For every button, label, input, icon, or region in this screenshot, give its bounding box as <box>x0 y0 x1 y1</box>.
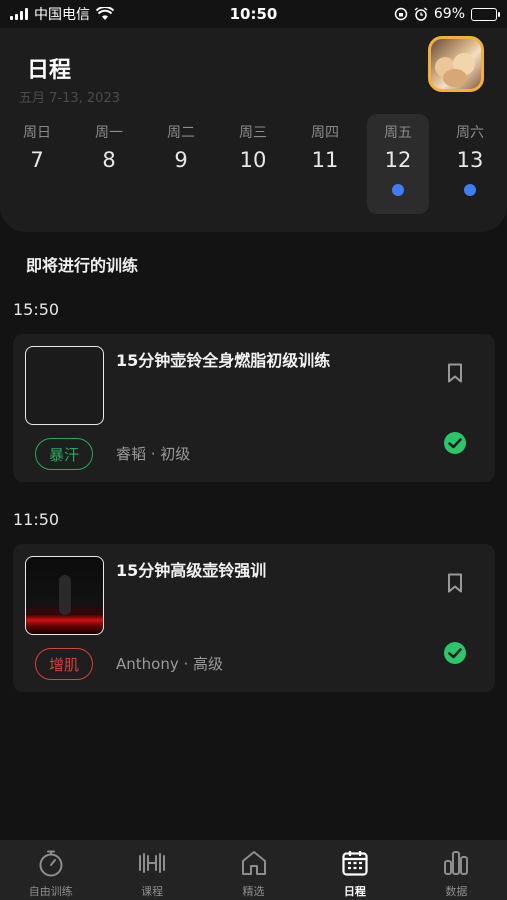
workout-meta: 睿韬 · 初级 <box>116 445 191 463</box>
avatar[interactable] <box>428 36 484 92</box>
workout-title: 15分钟高级壶铃强训 <box>116 561 267 580</box>
workout-thumbnail <box>25 346 104 425</box>
dumbbell-icon <box>139 853 166 873</box>
day-12[interactable]: 周五 12 <box>367 114 429 214</box>
day-number: 9 <box>174 148 188 172</box>
day-11[interactable]: 周四 11 <box>294 114 356 214</box>
day-name: 周一 <box>95 125 123 141</box>
day-7[interactable]: 周日 7 <box>6 114 68 214</box>
home-icon <box>241 851 266 875</box>
status-bar: 中国电信 10:50 69% <box>0 0 507 28</box>
tab-courses[interactable]: 课程 <box>101 840 202 900</box>
battery-icon <box>471 7 500 21</box>
workout-thumbnail <box>25 556 104 635</box>
day-10[interactable]: 周三 10 <box>222 114 284 214</box>
check-circle-icon[interactable] <box>443 641 467 665</box>
workout-tag: 增肌 <box>35 648 93 680</box>
date-range: 五月 7-13, 2023 <box>19 91 120 106</box>
day-9[interactable]: 周二 9 <box>150 114 212 214</box>
check-circle-icon[interactable] <box>443 431 467 455</box>
day-name: 周四 <box>311 125 339 141</box>
alarm-icon <box>414 7 428 21</box>
event-dot <box>392 184 404 196</box>
tab-label: 课程 <box>141 885 164 898</box>
day-name: 周六 <box>456 125 484 141</box>
tab-schedule[interactable]: 日程 <box>304 840 405 900</box>
workout-title: 15分钟壶铃全身燃脂初级训练 <box>116 351 331 370</box>
tab-label: 日程 <box>343 885 366 898</box>
tab-data[interactable]: 数据 <box>406 840 507 900</box>
day-number: 12 <box>384 148 412 172</box>
workout-meta: Anthony · 高级 <box>116 655 224 673</box>
day-name: 周五 <box>384 125 412 141</box>
event-dot <box>464 184 476 196</box>
tab-label: 精选 <box>242 885 265 898</box>
day-number: 10 <box>239 148 267 172</box>
bookmark-icon[interactable] <box>447 573 463 593</box>
tab-featured[interactable]: 精选 <box>203 840 304 900</box>
workout-tag: 暴汗 <box>35 438 93 470</box>
cellular-signal-icon <box>10 8 28 20</box>
day-13[interactable]: 周六 13 <box>439 114 501 214</box>
tab-bar: 自由训练 课程 精选 日程 数据 <box>0 840 507 900</box>
session-time: 15:50 <box>13 300 60 319</box>
battery-percent: 69% <box>433 6 465 22</box>
day-name: 周日 <box>23 125 51 141</box>
day-name: 周三 <box>239 125 267 141</box>
calendar-icon <box>342 851 368 876</box>
schedule-header: 日程 五月 7-13, 2023 周日 7 周一 8 周二 9 周三 10 周四 11 周五 12 周六… <box>0 28 507 232</box>
bookmark-icon[interactable] <box>447 363 463 383</box>
carrier-label: 中国电信 <box>34 7 90 23</box>
bar-chart-icon <box>444 851 469 875</box>
day-name: 周二 <box>167 125 195 141</box>
tab-free-training[interactable]: 自由训练 <box>0 840 101 900</box>
status-left: 中国电信 <box>10 4 114 24</box>
lock-rotation-icon <box>394 7 408 21</box>
day-number: 11 <box>311 148 339 172</box>
day-number: 13 <box>456 148 484 172</box>
status-right: 69% <box>394 6 500 22</box>
day-number: 8 <box>102 148 116 172</box>
session-time: 11:50 <box>13 510 60 529</box>
workout-card[interactable]: 15分钟高级壶铃强训 增肌 Anthony · 高级 <box>13 544 495 692</box>
workout-card[interactable]: 15分钟壶铃全身燃脂初级训练 暴汗 睿韬 · 初级 <box>13 334 495 482</box>
upcoming-section-title: 即将进行的训练 <box>26 256 139 275</box>
tab-label: 数据 <box>445 885 468 898</box>
stopwatch-icon <box>39 850 63 877</box>
tab-label: 自由训练 <box>28 885 73 898</box>
day-number: 7 <box>30 148 44 172</box>
page-title: 日程 <box>27 58 72 83</box>
wifi-icon <box>96 7 114 20</box>
day-8[interactable]: 周一 8 <box>78 114 140 214</box>
week-strip: 周日 7 周一 8 周二 9 周三 10 周四 11 周五 12 周六 13 <box>0 114 507 214</box>
